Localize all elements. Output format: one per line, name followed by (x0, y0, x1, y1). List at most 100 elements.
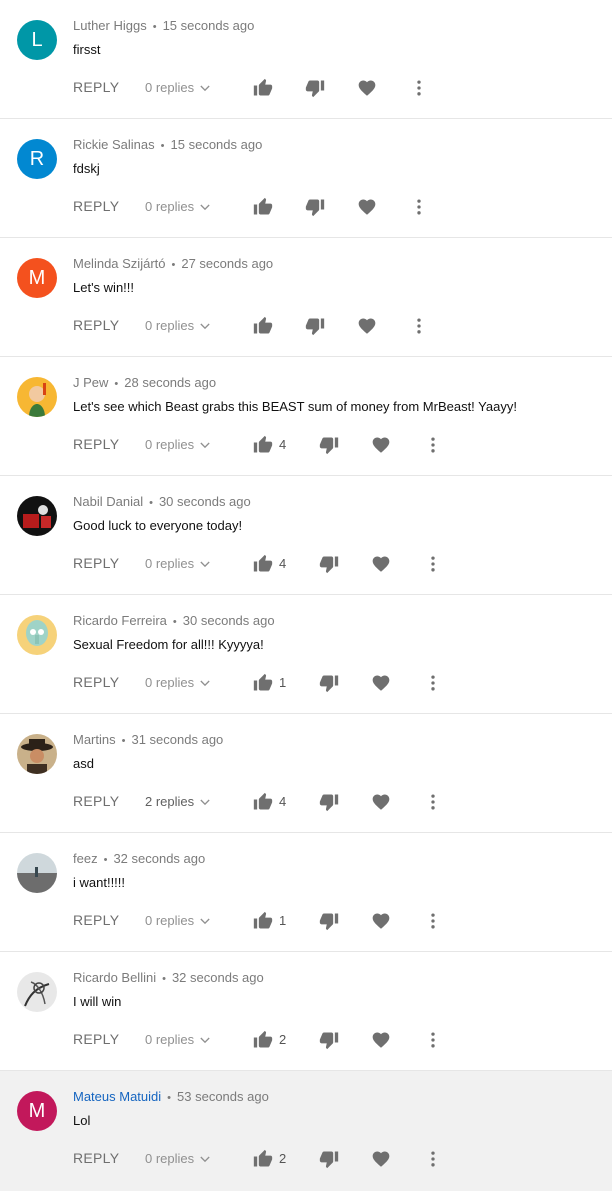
comment-actions: REPLY 0 replies 2 (73, 1030, 593, 1050)
avatar[interactable] (17, 853, 57, 893)
replies-toggle[interactable]: 0 replies (145, 1032, 210, 1047)
thumb-down-icon[interactable] (319, 673, 339, 693)
comment-meta: Melinda Szijártó • 27 seconds ago (73, 256, 273, 271)
author-name[interactable]: Rickie Salinas (73, 137, 155, 152)
thumb-down-icon[interactable] (305, 316, 325, 336)
avatar[interactable]: R (17, 139, 57, 179)
thumb-up-icon[interactable] (253, 197, 273, 217)
comment-text: firsst (73, 42, 101, 57)
more-vert-icon[interactable] (423, 673, 443, 693)
comment-item: Ricardo Bellini • 32 seconds ago I will wi… (0, 952, 612, 1071)
author-name[interactable]: Mateus Matuidi (73, 1089, 161, 1104)
thumb-down-icon[interactable] (305, 197, 325, 217)
more-vert-icon[interactable] (423, 435, 443, 455)
thumb-down-icon[interactable] (319, 1149, 339, 1169)
reply-button[interactable]: REPLY (73, 1150, 119, 1166)
comment-item: Nabil Danial • 30 seconds ago Good luck to… (0, 476, 612, 595)
thumb-down-icon[interactable] (319, 1030, 339, 1050)
author-name[interactable]: Nabil Danial (73, 494, 143, 509)
thumb-up-icon[interactable] (253, 78, 273, 98)
thumb-up-icon[interactable] (253, 554, 273, 574)
reply-button[interactable]: REPLY (73, 198, 119, 214)
more-vert-icon[interactable] (409, 78, 429, 98)
comment-actions: REPLY 0 replies 1 (73, 911, 593, 931)
heart-icon[interactable] (371, 1149, 391, 1169)
thumb-up-icon[interactable] (253, 1030, 273, 1050)
heart-icon[interactable] (357, 197, 377, 217)
more-vert-icon[interactable] (423, 792, 443, 812)
reply-button[interactable]: REPLY (73, 912, 119, 928)
heart-icon[interactable] (371, 435, 391, 455)
reply-button[interactable]: REPLY (73, 436, 119, 452)
thumb-down-icon[interactable] (319, 792, 339, 812)
comment-text: asd (73, 756, 94, 771)
heart-icon[interactable] (371, 911, 391, 931)
comment-item: M Melinda Szijártó • 27 seconds ago Let's … (0, 238, 612, 357)
heart-icon[interactable] (371, 792, 391, 812)
more-vert-icon[interactable] (409, 197, 429, 217)
replies-toggle[interactable]: 0 replies (145, 80, 210, 95)
avatar-letter: R (29, 148, 45, 170)
more-vert-icon[interactable] (423, 554, 443, 574)
more-vert-icon[interactable] (423, 1030, 443, 1050)
replies-toggle[interactable]: 0 replies (145, 199, 210, 214)
reply-button[interactable]: REPLY (73, 317, 119, 333)
author-name[interactable]: Melinda Szijártó (73, 256, 166, 271)
avatar[interactable] (17, 615, 57, 655)
replies-toggle[interactable]: 0 replies (145, 913, 210, 928)
thumb-down-icon[interactable] (319, 911, 339, 931)
thumb-down-icon[interactable] (319, 435, 339, 455)
comment-time: 30 seconds ago (158, 494, 251, 509)
replies-toggle[interactable]: 0 replies (145, 437, 210, 452)
replies-toggle[interactable]: 0 replies (145, 1151, 210, 1166)
author-name[interactable]: Luther Higgs (73, 18, 147, 33)
author-name[interactable]: Ricardo Ferreira (73, 613, 167, 628)
reply-button[interactable]: REPLY (73, 793, 119, 809)
replies-toggle[interactable]: 0 replies (145, 318, 210, 333)
chevron-down-icon (200, 913, 210, 928)
avatar[interactable] (17, 972, 57, 1012)
more-vert-icon[interactable] (409, 316, 429, 336)
heart-icon[interactable] (357, 78, 377, 98)
author-name[interactable]: feez (73, 851, 98, 866)
avatar[interactable]: M (17, 1091, 57, 1131)
comment-actions: REPLY 0 replies (73, 316, 593, 336)
thumb-up-icon[interactable] (253, 673, 273, 693)
author-name[interactable]: J Pew (73, 375, 108, 390)
more-vert-icon[interactable] (423, 911, 443, 931)
reply-button[interactable]: REPLY (73, 674, 119, 690)
avatar[interactable] (17, 734, 57, 774)
separator-dot: • (160, 140, 165, 152)
comment-meta: Mateus Matuidi • 53 seconds ago (73, 1089, 269, 1104)
thumb-up-icon[interactable] (253, 792, 273, 812)
thumb-down-icon[interactable] (319, 554, 339, 574)
author-name[interactable]: Ricardo Bellini (73, 970, 156, 985)
reply-button[interactable]: REPLY (73, 79, 119, 95)
author-name[interactable]: Martins (73, 732, 116, 747)
thumb-up-icon[interactable] (253, 316, 273, 336)
replies-toggle[interactable]: 2 replies (145, 794, 210, 809)
replies-toggle[interactable]: 0 replies (145, 675, 210, 690)
more-vert-icon[interactable] (423, 1149, 443, 1169)
heart-icon[interactable] (371, 673, 391, 693)
thumb-up-icon[interactable] (253, 435, 273, 455)
comment-meta: Luther Higgs • 15 seconds ago (73, 18, 254, 33)
heart-icon[interactable] (371, 554, 391, 574)
heart-icon[interactable] (371, 1030, 391, 1050)
thumb-up-icon[interactable] (253, 911, 273, 931)
thumb-down-icon[interactable] (305, 78, 325, 98)
avatar[interactable]: M (17, 258, 57, 298)
avatar[interactable] (17, 377, 57, 417)
reply-button[interactable]: REPLY (73, 555, 119, 571)
avatar[interactable] (17, 496, 57, 536)
like-count: 1 (279, 675, 287, 690)
chevron-down-icon (200, 794, 210, 809)
heart-icon[interactable] (357, 316, 377, 336)
chevron-down-icon (200, 1151, 210, 1166)
reply-button[interactable]: REPLY (73, 1031, 119, 1047)
comment-item: L Luther Higgs • 15 seconds ago firsst REP… (0, 0, 612, 119)
avatar[interactable]: L (17, 20, 57, 60)
thumb-up-icon[interactable] (253, 1149, 273, 1169)
replies-toggle[interactable]: 0 replies (145, 556, 210, 571)
replies-count: 0 replies (145, 1151, 195, 1166)
